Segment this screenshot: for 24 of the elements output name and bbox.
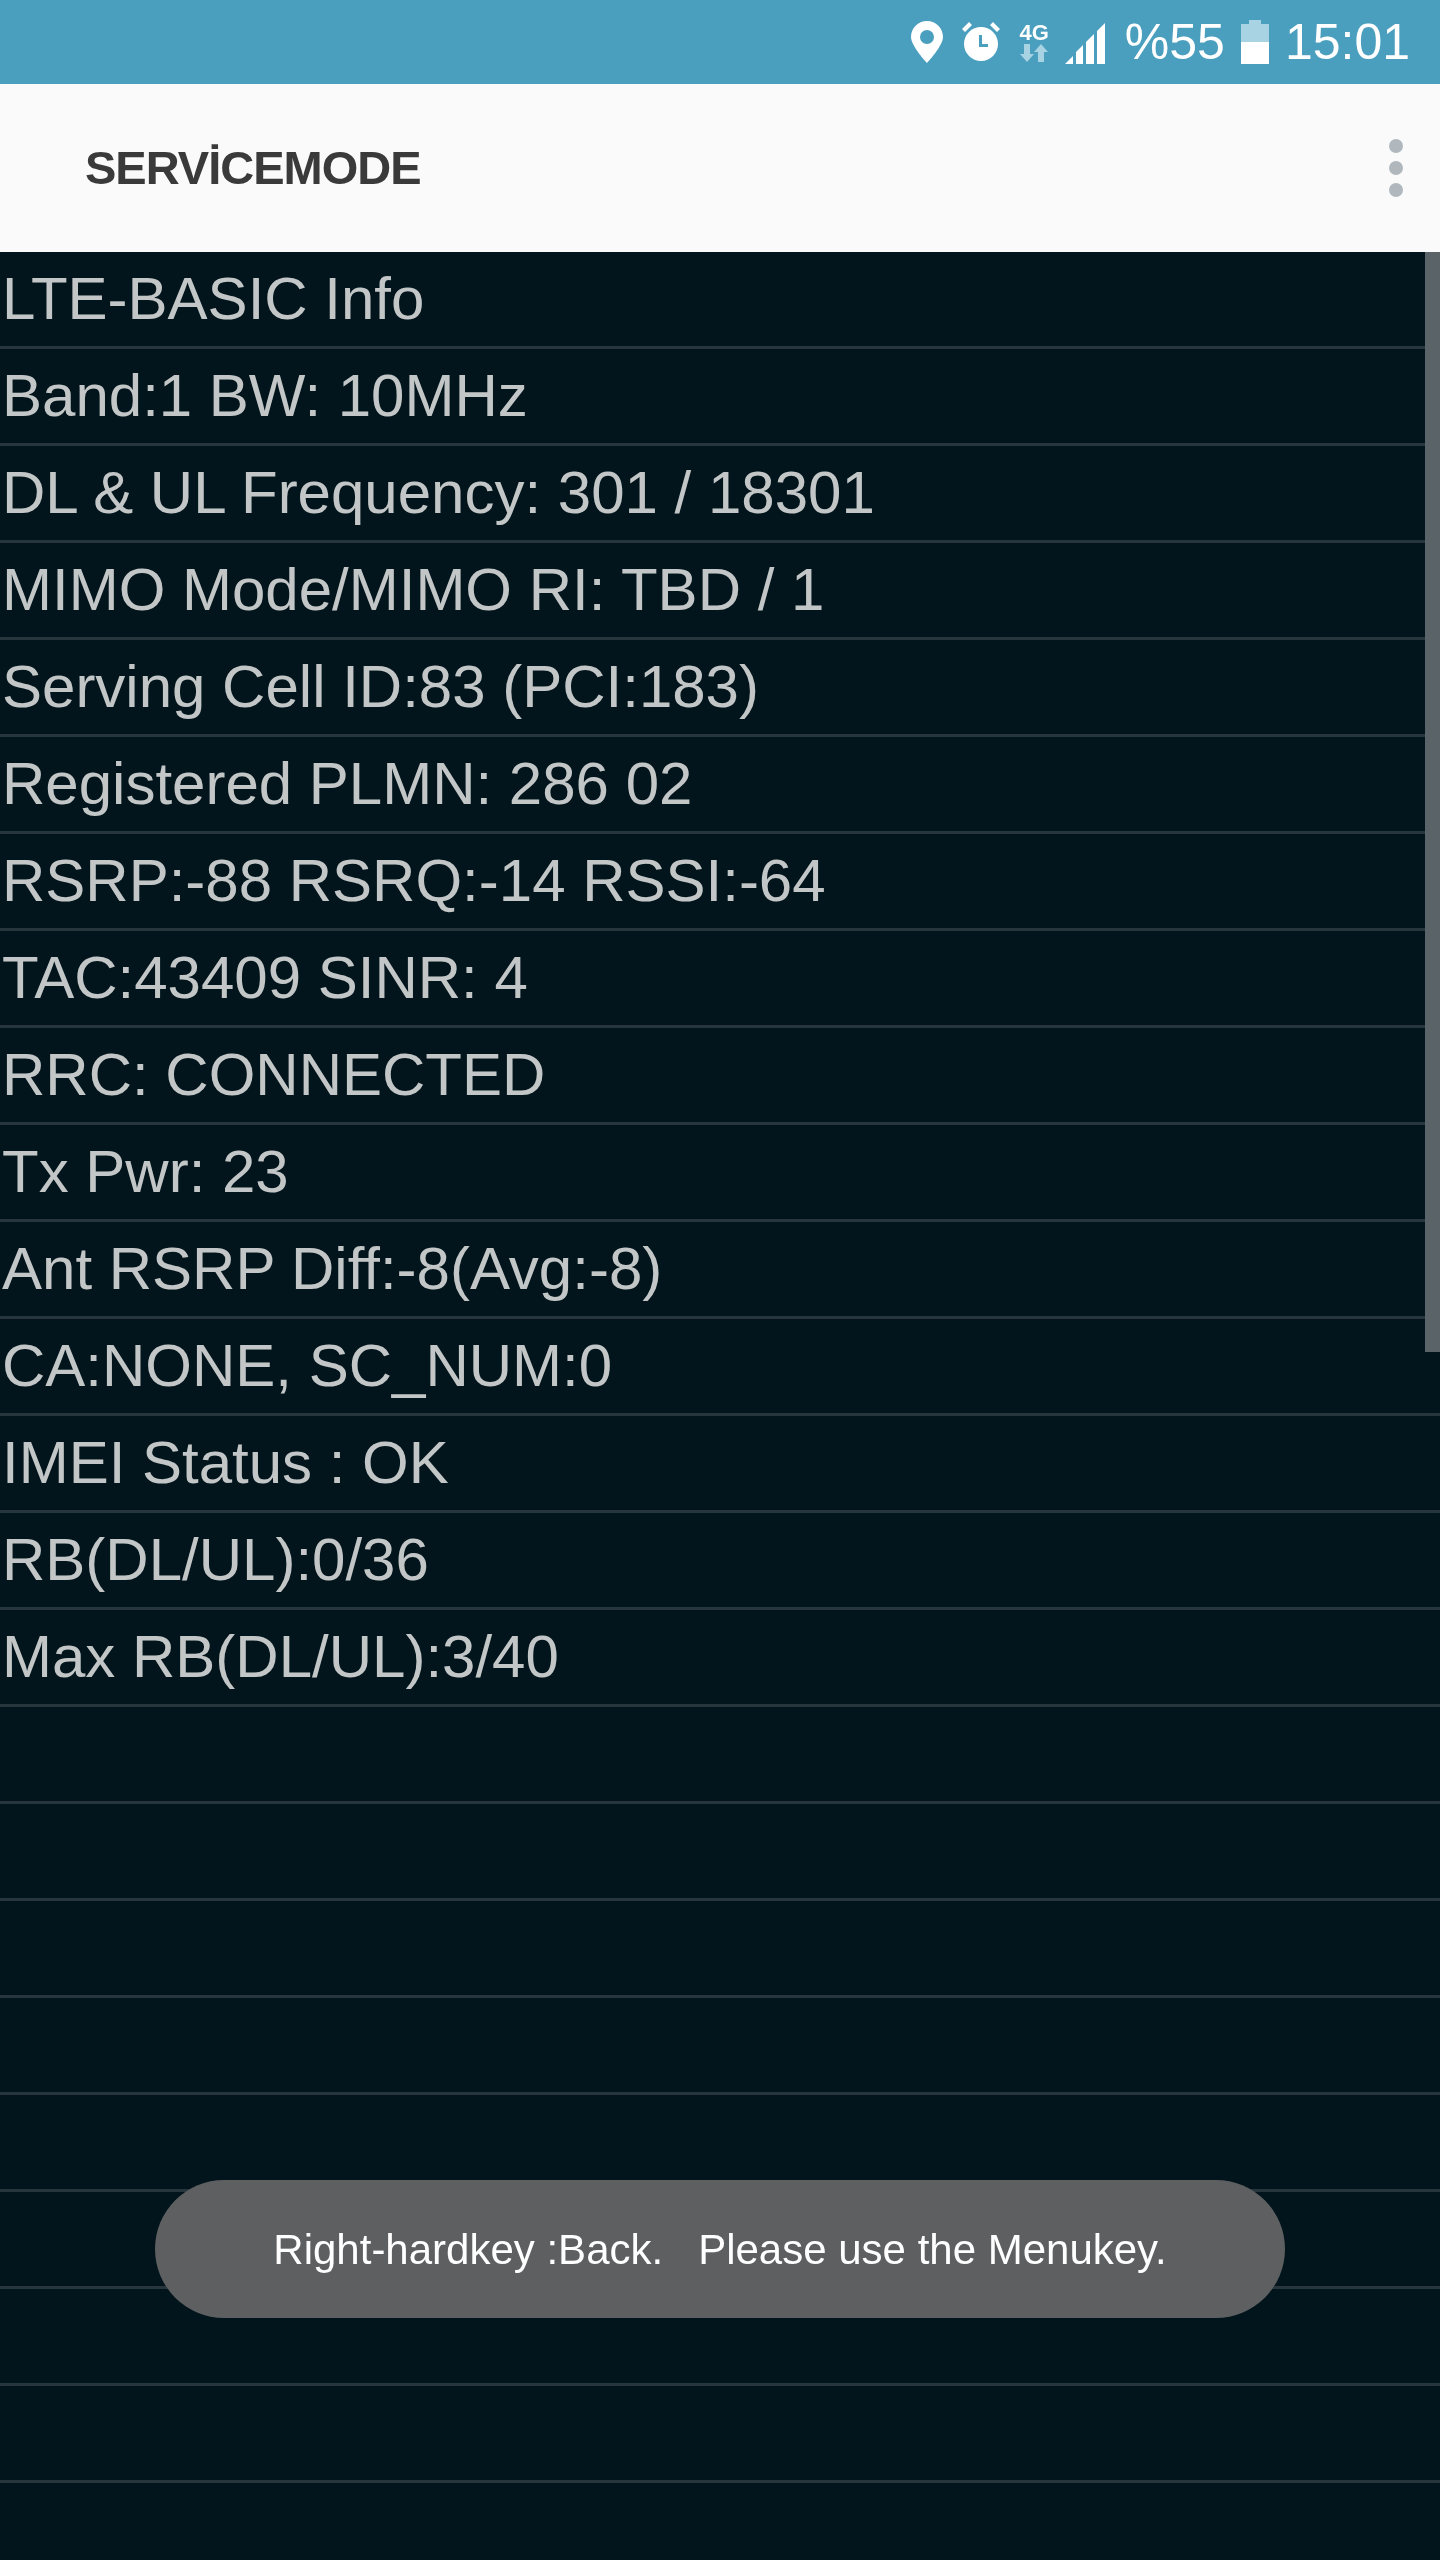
overflow-menu-icon[interactable] [1388, 138, 1404, 198]
info-line: Ant RSRP Diff:-8(Avg:-8) [2, 1239, 663, 1299]
info-line: Tx Pwr: 23 [2, 1142, 289, 1202]
info-line: RRC: CONNECTED [2, 1045, 546, 1105]
location-pin-icon [911, 21, 944, 63]
info-line: IMEI Status : OK [2, 1433, 449, 1493]
info-line: Max RB(DL/UL):3/40 [2, 1627, 559, 1687]
data-arrows-icon [1020, 44, 1049, 62]
info-line: RSRP:-88 RSRQ:-14 RSSI:-64 [2, 851, 826, 911]
app-title: SERVİCEMODE [85, 139, 421, 196]
info-line: Registered PLMN: 286 02 [2, 754, 693, 814]
battery-percent: %55 [1124, 17, 1225, 67]
network-type-label: 4G [1019, 22, 1049, 44]
battery-icon [1240, 20, 1269, 64]
info-line: Serving Cell ID:83 (PCI:183) [2, 657, 759, 717]
info-line: CA:NONE, SC_NUM:0 [2, 1336, 613, 1396]
info-line: Band:1 BW: 10MHz [2, 366, 528, 426]
info-line: MIMO Mode/MIMO RI: TBD / 1 [2, 560, 825, 620]
info-line: LTE-BASIC Info [2, 269, 425, 329]
clock-time: 15:01 [1284, 17, 1410, 67]
info-line: TAC:43409 SINR: 4 [2, 948, 528, 1008]
toast-message: Right-hardkey :Back. Please use the Menukey. [155, 2180, 1285, 2318]
info-line: DL & UL Frequency: 301 / 18301 [2, 463, 875, 523]
info-line: RB(DL/UL):0/36 [2, 1530, 429, 1590]
